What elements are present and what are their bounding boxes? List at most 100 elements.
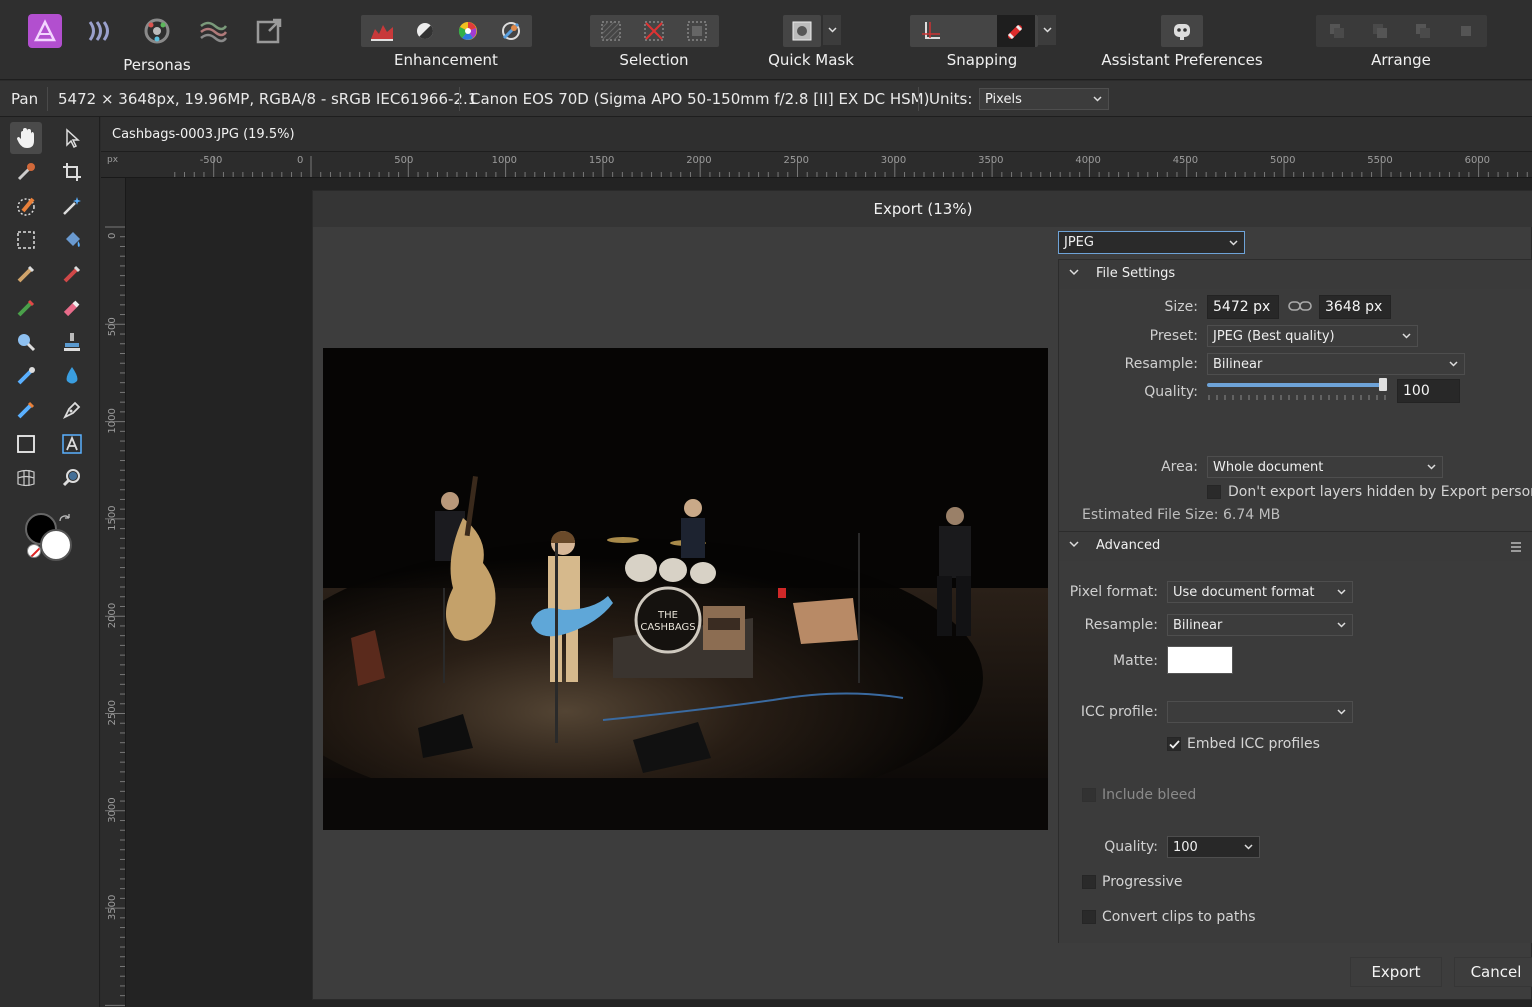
resample-dropdown[interactable]: Bilinear [1207,353,1465,375]
assistant-icon[interactable] [1163,17,1201,45]
quick-mask-dropdown[interactable] [823,15,841,45]
snapping-grid-icon[interactable] [912,17,950,45]
dodge-tool-icon[interactable] [10,326,42,358]
flood-fill-tool-icon[interactable] [56,224,88,256]
horizontal-ruler: px -500 0 500 1000 1500 2000 2500 3000 3500 4000 4… [101,152,1532,178]
pixel-tool-icon[interactable] [56,258,88,290]
healing-brush-tool-icon[interactable] [10,360,42,392]
blur-tool-icon[interactable] [56,360,88,392]
matte-color-swatch[interactable] [1167,646,1233,674]
swap-colors-icon[interactable] [57,513,73,529]
magic-wand-tool-icon[interactable] [56,190,88,222]
format-dropdown[interactable]: JPEG [1058,231,1245,254]
file-settings-title: File Settings [1096,266,1176,281]
snapping-magnet-icon[interactable] [997,15,1035,47]
document-tab[interactable]: Cashbags-0003.JPG (19.5%) [101,117,1532,152]
marquee-tool-icon[interactable] [10,224,42,256]
resample-label: Resample: [1124,356,1198,372]
hidden-layers-label: Don't export layers hidden by Export per… [1228,484,1532,500]
erase-brush-tool-icon[interactable] [56,292,88,324]
chevron-down-icon [1093,96,1102,102]
file-settings-header[interactable]: File Settings [1059,259,1532,289]
preset-label: Preset: [1149,328,1198,344]
tone-mapping-persona-icon[interactable] [195,14,231,48]
assistant-preferences-label: Assistant Preferences [1101,51,1263,69]
ruler-label: 3500 [978,155,1003,166]
snapping-blank-icon[interactable] [955,17,993,45]
chevron-down-icon [1244,844,1253,850]
quick-mask-icon[interactable] [785,17,819,45]
icc-profile-label: ICC profile: [1080,704,1158,720]
inpainting-tool-icon[interactable] [10,394,42,426]
paint-brush-tool-icon[interactable] [10,258,42,290]
quality-label: Quality: [1144,384,1198,400]
export-button[interactable]: Export [1350,957,1442,987]
icc-profile-dropdown[interactable] [1167,701,1353,723]
pan-tool-icon[interactable] [10,122,42,154]
include-bleed-label: Include bleed [1102,787,1197,803]
clone-tool-icon[interactable] [56,326,88,358]
arrange-backward-icon[interactable] [1361,17,1399,45]
preset-dropdown[interactable]: JPEG (Best quality) [1207,325,1418,347]
photo-persona-icon[interactable] [25,12,65,50]
deselect-icon[interactable] [635,17,673,45]
ruler-label: 5000 [1270,155,1295,166]
hidden-layers-checkbox[interactable] [1207,485,1221,499]
quality-slider[interactable] [1207,375,1389,401]
advanced-quality-dropdown[interactable]: 100 [1167,836,1260,858]
auto-colors-icon[interactable] [449,17,487,45]
hamburger-menu-icon[interactable] [1510,542,1522,552]
embed-icc-checkbox[interactable] [1167,737,1181,751]
auto-white-balance-icon[interactable] [492,17,530,45]
height-field[interactable]: 3648 px [1319,295,1391,319]
auto-levels-icon[interactable] [363,17,401,45]
no-color-icon[interactable] [27,544,41,558]
width-field[interactable]: 5472 px [1207,295,1279,319]
mesh-warp-tool-icon[interactable] [10,462,42,494]
invert-selection-icon[interactable] [678,17,716,45]
select-all-icon[interactable] [592,17,630,45]
liquify-persona-icon[interactable] [82,14,118,48]
advanced-header[interactable]: Advanced [1059,531,1532,561]
ruler-label: 0 [297,155,303,166]
secondary-color-swatch[interactable] [40,529,72,561]
size-label: Size: [1164,299,1198,315]
arrange-back-icon[interactable] [1318,17,1356,45]
pen-tool-icon[interactable] [56,394,88,426]
develop-persona-icon[interactable] [139,14,175,48]
ruler-label: 1000 [107,408,118,433]
quick-mask-label: Quick Mask [768,51,854,69]
progressive-checkbox[interactable] [1082,875,1096,889]
convert-clips-checkbox[interactable] [1082,910,1096,924]
quality-field[interactable]: 100 [1397,379,1460,403]
advanced-resample-dropdown[interactable]: Bilinear [1167,614,1353,636]
width-value: 5472 px [1213,299,1271,315]
ruler-label: 1500 [107,505,118,530]
link-icon[interactable] [1288,299,1312,315]
svg-text:THE: THE [657,610,678,621]
area-dropdown[interactable]: Whole document [1207,456,1443,478]
crop-tool-icon[interactable] [56,156,88,188]
zoom-tool-icon[interactable] [56,462,88,494]
arrange-front-icon[interactable] [1447,17,1485,45]
text-tool-icon[interactable] [56,428,88,460]
snapping-label: Snapping [946,51,1018,69]
color-picker-tool-icon[interactable] [10,156,42,188]
move-tool-icon[interactable] [56,122,88,154]
pixel-format-dropdown[interactable]: Use document format [1167,581,1353,603]
vertical-ruler: 0 500 1000 1500 2000 2500 3000 3500 [101,178,126,1007]
ruler-label: 1500 [589,155,614,166]
export-persona-icon[interactable] [251,14,287,48]
quality-slider-handle[interactable] [1379,378,1387,391]
progressive-label: Progressive [1102,874,1183,890]
selection-brush-tool-icon[interactable] [10,190,42,222]
units-dropdown[interactable]: Pixels [979,88,1109,110]
auto-contrast-icon[interactable] [406,17,444,45]
area-label: Area: [1161,459,1198,475]
color-replacement-tool-icon[interactable] [10,292,42,324]
cancel-button[interactable]: Cancel [1454,957,1532,987]
rectangle-tool-icon[interactable] [10,428,42,460]
area-value: Whole document [1213,459,1324,475]
snapping-dropdown[interactable] [1038,15,1056,45]
arrange-forward-icon[interactable] [1404,17,1442,45]
